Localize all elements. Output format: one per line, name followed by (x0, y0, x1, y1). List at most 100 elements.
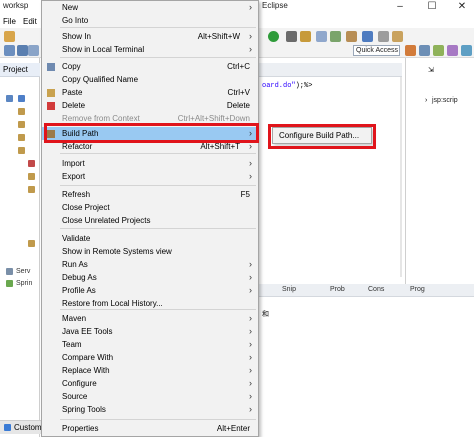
spring-perspective-icon[interactable] (433, 45, 444, 56)
overview-ruler (400, 77, 402, 277)
menu-item-run-as[interactable]: Run As › (42, 258, 258, 271)
quick-access-input[interactable]: Quick Access (353, 45, 400, 56)
tree-item-spring[interactable]: Sprin (16, 280, 32, 287)
java-ee-perspective-icon[interactable] (419, 45, 430, 56)
menu-item-export[interactable]: Export › (42, 170, 258, 183)
menu-item-label: Profile As (62, 286, 96, 295)
new-icon[interactable] (4, 31, 15, 42)
tree-item-servers[interactable]: Serv (16, 268, 30, 275)
menu-item-compare-with[interactable]: Compare With › (42, 351, 258, 364)
menu-item-close-project[interactable]: Close Project (42, 201, 258, 214)
outline-item[interactable]: jsp:scrip (432, 97, 458, 104)
menu-item-go-into[interactable]: Go Into (42, 14, 258, 27)
chevron-right-icon: › (249, 326, 252, 336)
menu-item-spring-tools[interactable]: Spring Tools › (42, 403, 258, 416)
menu-item-label: Close Project (62, 203, 110, 212)
delete-icon (47, 102, 55, 110)
folder-icon[interactable] (18, 134, 25, 141)
git-perspective-icon[interactable] (447, 45, 458, 56)
print-icon[interactable] (28, 45, 39, 56)
menu-item-label: Run As (62, 260, 88, 269)
menu-item-show-in[interactable]: Show In Alt+Shift+W › (42, 30, 258, 43)
menu-item-label: Maven (62, 314, 87, 323)
outline-view (405, 58, 474, 284)
menu-item-debug-as[interactable]: Debug As › (42, 271, 258, 284)
menu-item-refresh[interactable]: Refresh F5 (42, 188, 258, 201)
folder-icon[interactable] (28, 186, 35, 193)
folder-icon[interactable] (28, 240, 35, 247)
perspective-icon[interactable] (405, 45, 416, 56)
menu-item-import[interactable]: Import › (42, 157, 258, 170)
library-icon[interactable] (28, 160, 35, 167)
chevron-right-icon: › (249, 44, 252, 54)
task-icon[interactable] (330, 31, 341, 42)
folder-icon[interactable] (346, 31, 357, 42)
run-icon[interactable] (268, 31, 279, 42)
folder-icon[interactable] (18, 121, 25, 128)
menu-item-team[interactable]: Team › (42, 338, 258, 351)
menu-item-label: Export (62, 172, 86, 181)
menu-item-show-in-remote-systems-view[interactable]: Show in Remote Systems view (42, 245, 258, 258)
tab-console[interactable]: Cons (368, 286, 384, 293)
editor-tab-bar (258, 63, 402, 77)
project-icon[interactable] (18, 95, 25, 102)
menu-item-replace-with[interactable]: Replace With › (42, 364, 258, 377)
project-explorer-tab[interactable]: Project (0, 63, 40, 77)
menu-item-label: Paste (62, 88, 83, 97)
menu-item-copy[interactable]: Copy Ctrl+C (42, 60, 258, 73)
menu-item-source[interactable]: Source › (42, 390, 258, 403)
paste-icon (47, 89, 55, 97)
minimize-button[interactable]: – (390, 0, 410, 14)
menu-item-paste[interactable]: Paste Ctrl+V (42, 86, 258, 99)
menu-separator (60, 57, 256, 58)
menu-item-properties[interactable]: Properties Alt+Enter (42, 422, 258, 435)
menu-item-profile-as[interactable]: Profile As › (42, 284, 258, 297)
folder-icon[interactable] (28, 173, 35, 180)
editor-code-line: oard.do");%> (262, 82, 313, 90)
project-icon[interactable] (6, 95, 13, 102)
annotation-box-build-path (44, 123, 259, 143)
tab-problems[interactable]: Prob (330, 286, 345, 293)
server-icon (6, 268, 13, 275)
chevron-right-icon: › (249, 339, 252, 349)
settings-icon[interactable] (4, 45, 15, 56)
close-button[interactable]: ✕ (452, 0, 472, 14)
menu-item-maven[interactable]: Maven › (42, 312, 258, 325)
copy-icon (47, 63, 55, 71)
save-icon[interactable] (17, 45, 28, 56)
open-type-icon[interactable] (300, 31, 311, 42)
folder-icon[interactable] (18, 147, 25, 154)
menu-edit[interactable]: Edit (23, 17, 37, 26)
outline-tab-icon[interactable]: ⇲ (428, 66, 434, 74)
java-perspective-icon[interactable] (461, 45, 472, 56)
bottom-text: 和 (262, 311, 269, 318)
menu-item-label: New (62, 3, 79, 12)
menu-file[interactable]: File (3, 17, 16, 26)
menu-item-copy-qualified-name[interactable]: Copy Qualified Name (42, 73, 258, 86)
menu-item-show-in-local-terminal[interactable]: Show in Local Terminal › (42, 43, 258, 56)
folder-icon[interactable] (18, 108, 25, 115)
search-icon[interactable] (316, 31, 327, 42)
maximize-button[interactable]: ☐ (422, 0, 442, 14)
debug-icon[interactable] (362, 31, 373, 42)
menu-separator (60, 309, 256, 310)
menu-separator (60, 185, 256, 186)
menu-item-new[interactable]: New › (42, 1, 258, 14)
editor-area[interactable] (258, 58, 402, 284)
menu-item-java-ee-tools[interactable]: Java EE Tools › (42, 325, 258, 338)
menu-item-delete[interactable]: Delete Delete (42, 99, 258, 112)
menu-item-configure[interactable]: Configure › (42, 377, 258, 390)
annotation-icon[interactable] (392, 31, 403, 42)
run-dropdown-icon[interactable] (286, 31, 297, 42)
menu-item-close-unrelated-projects[interactable]: Close Unrelated Projects (42, 214, 258, 227)
menu-separator (60, 419, 256, 420)
menu-item-shortcut: Ctrl+V (227, 88, 250, 97)
tab-progress[interactable]: Prog (410, 286, 425, 293)
menu-item-label: Show in Remote Systems view (62, 247, 172, 256)
menu-item-label: Remove from Context (62, 114, 140, 123)
menu-item-validate[interactable]: Validate (42, 232, 258, 245)
chevron-right-icon[interactable]: › (425, 97, 427, 104)
navigate-icon[interactable] (378, 31, 389, 42)
chevron-right-icon: › (249, 259, 252, 269)
tab-snippets[interactable]: Snip (282, 286, 296, 293)
